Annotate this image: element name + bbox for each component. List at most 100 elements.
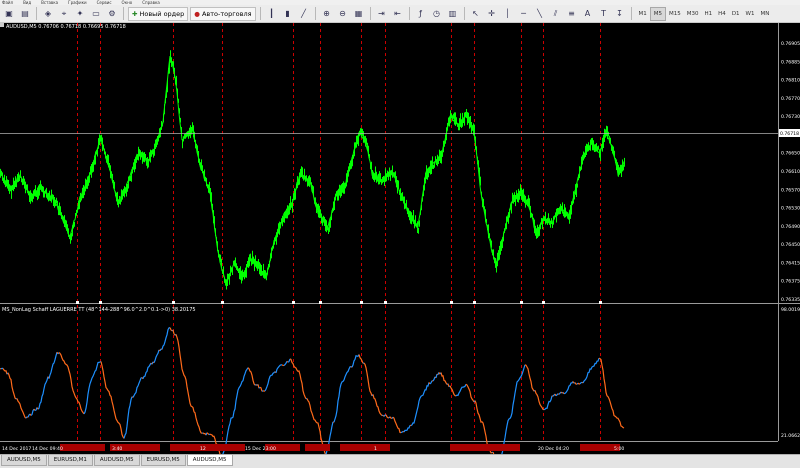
chart-tab[interactable]: AUDUSD,M5 <box>1 455 47 466</box>
oscillator-up-segment <box>25 416 28 419</box>
market-watch-icon[interactable]: ◈ <box>41 7 55 21</box>
chart-title: AUDUSD,M5 0.76706 0.76718 0.76695 0.7671… <box>6 24 126 30</box>
timeframe-mn[interactable]: MN <box>757 7 772 21</box>
chart-canvas[interactable]: 0.76905 0.76885 0.76810 0.76770 0.76730 0.766… <box>0 23 800 454</box>
toolbar-separator <box>36 7 37 20</box>
oscillator-down-segment <box>598 357 625 429</box>
price-axis-label: 0.76415 <box>781 260 800 266</box>
price-axis-label: 0.76530 <box>781 206 800 212</box>
time-axis-label: 3:40 <box>112 446 122 452</box>
indicator-title: MS_NonLag Schaff LAGUERRE TT (48^144-288… <box>2 307 196 313</box>
toolbar-separator <box>314 7 316 20</box>
zoom-out-icon[interactable]: ⊖ <box>336 7 350 21</box>
templates-icon[interactable]: ▥ <box>446 7 460 21</box>
tile-windows-icon[interactable]: ▦ <box>352 7 366 21</box>
chart-tab[interactable]: AUDUSD,M5 <box>186 455 233 466</box>
time-axis-label: 14 Dec 09:40 <box>32 446 63 452</box>
price-axis-label: 0.76885 <box>781 59 800 65</box>
line-chart-icon[interactable]: ╱ <box>297 7 311 21</box>
oscillator-up-segment <box>287 358 291 363</box>
timeframe-m5[interactable]: M5 <box>649 6 667 21</box>
period-marker <box>473 301 476 304</box>
profiles-icon[interactable]: ▤ <box>18 7 32 21</box>
new-order-button[interactable]: ✚ Новый ордер <box>128 6 189 21</box>
timeframe-d1[interactable]: D1 <box>729 7 743 21</box>
autotrading-button[interactable]: ● Авто-торговля <box>190 6 256 21</box>
period-marker <box>384 301 387 304</box>
oscillator-up-segment <box>400 430 404 434</box>
period-marker <box>360 301 363 304</box>
tester-icon[interactable]: ⚙ <box>105 7 119 21</box>
toolbar-separator <box>123 7 124 20</box>
oscillator-down-segment <box>358 354 364 364</box>
oscillator-down-segment <box>259 386 263 392</box>
period-marker <box>76 301 79 304</box>
time-axis-label: 5:00 <box>614 446 624 452</box>
period-marker <box>599 301 602 304</box>
chart-tab[interactable]: AUDUSD,M5 <box>93 455 140 466</box>
periods-icon[interactable]: ◷ <box>430 7 444 21</box>
zoom-in-icon[interactable]: ⊕ <box>320 7 334 21</box>
period-marker <box>292 301 295 304</box>
time-axis-label: 20 Dec 04:20 <box>538 446 569 452</box>
oscillator-up-segment <box>333 365 352 423</box>
vertical-line-icon[interactable]: │ <box>501 7 515 21</box>
oscillator-up-segment <box>283 361 288 367</box>
crosshair-icon[interactable]: ✛ <box>485 7 499 21</box>
chart-menu-icon <box>0 23 4 27</box>
terminal-icon[interactable]: ▭ <box>89 7 103 21</box>
oscillator-down-segment <box>16 398 27 419</box>
cursor-icon[interactable]: ↖ <box>469 7 483 21</box>
price-bars <box>0 50 625 290</box>
timeframe-m1[interactable]: M1 <box>636 7 650 21</box>
oscillator-up-segment <box>351 354 360 368</box>
toolbar-separator <box>630 7 632 20</box>
bar-chart-icon[interactable]: ┃ <box>265 7 279 21</box>
indicators-icon[interactable]: ƒ <box>414 7 428 21</box>
oscillator-up-segment <box>37 376 49 410</box>
timeframe-bar: M1 M5 M15 M30 H1 H4 D1 W1 MN <box>636 6 773 21</box>
toolbar-separator <box>408 7 410 20</box>
oscillator-down-segment <box>206 432 210 436</box>
oscillator-down-segment <box>172 330 176 336</box>
horizontal-line-icon[interactable]: ─ <box>517 7 531 21</box>
chart-window[interactable]: 0.76905 0.76885 0.76810 0.76770 0.76730 0.766… <box>0 23 800 454</box>
data-window-icon[interactable]: ⌖ <box>57 7 71 21</box>
timeframe-m30[interactable]: M30 <box>684 7 702 21</box>
oscillator-up-segment <box>455 384 467 397</box>
new-order-icon: ✚ <box>132 9 138 18</box>
text-tool-icon[interactable]: A <box>581 7 595 21</box>
oscillator-down-segment <box>175 334 203 434</box>
fibonacci-icon[interactable]: ≡ <box>565 7 579 21</box>
timeframe-m15[interactable]: M15 <box>666 7 684 21</box>
toolbar-separator <box>259 7 261 20</box>
timeframe-h4[interactable]: H4 <box>715 7 729 21</box>
arrow-tool-icon[interactable]: ↧ <box>613 7 627 21</box>
price-axis-label: 0.76730 <box>781 114 800 120</box>
new-chart-icon[interactable]: ▣ <box>2 7 16 21</box>
oscillator-up-segment <box>403 425 411 433</box>
chart-shift-icon[interactable]: ⇤ <box>391 7 405 21</box>
timeframe-w1[interactable]: W1 <box>743 7 758 21</box>
channel-icon[interactable]: ⫽ <box>549 7 563 21</box>
time-axis-highlight <box>60 444 105 451</box>
oscillator-up-segment <box>161 327 171 350</box>
label-tool-icon[interactable]: T <box>597 7 611 21</box>
oscillator-up-segment <box>261 390 264 392</box>
oscillator-down-segment <box>169 327 173 332</box>
price-axis-label: 0.76375 <box>781 279 800 285</box>
oscillator-up-segment <box>582 358 600 384</box>
time-axis-highlight <box>170 444 245 451</box>
oscillator-up-segment <box>153 349 160 364</box>
navigator-icon[interactable]: ✦ <box>73 7 87 21</box>
trendline-icon[interactable]: ╲ <box>533 7 547 21</box>
price-axis-label: 0.76905 <box>781 41 800 47</box>
chart-tab[interactable]: EURUSD,M1 <box>47 455 93 466</box>
timeframe-h1[interactable]: H1 <box>702 7 716 21</box>
chart-tab[interactable]: EURUSD,M5 <box>140 455 186 466</box>
candlestick-icon[interactable]: ▮ <box>281 7 295 21</box>
oscillator-down-segment <box>562 392 565 395</box>
oscillator-up-segment <box>132 376 143 398</box>
toolbar-separator <box>463 7 465 20</box>
autoscroll-icon[interactable]: ⇥ <box>375 7 389 21</box>
